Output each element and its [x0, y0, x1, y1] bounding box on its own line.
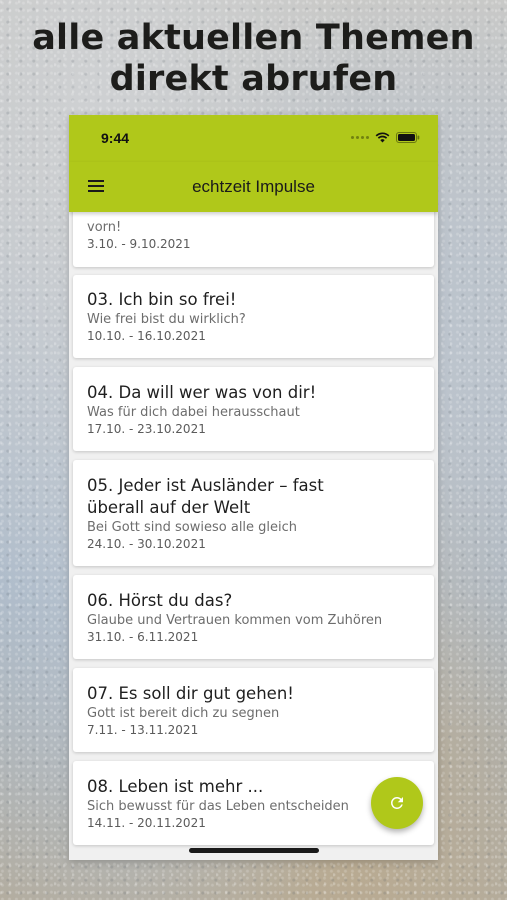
item-date: 3.10. - 9.10.2021	[87, 237, 191, 251]
item-subtitle: vorn!	[87, 220, 122, 235]
item-subtitle: Bei Gott sind sowieso alle gleich	[87, 520, 298, 535]
topic-list[interactable]: vorn! 3.10. - 9.10.2021 03. Ich bin so f…	[69, 212, 438, 860]
refresh-icon	[390, 797, 403, 809]
status-time: 9:44	[101, 130, 130, 146]
promo-headline: alle aktuellen Themen direkt abrufen	[0, 18, 507, 100]
status-icons	[351, 132, 420, 143]
item-title: 08. Leben ist mehr ...	[87, 777, 264, 796]
item-subtitle: Was für dich dabei herausschaut	[87, 405, 300, 420]
item-title: 06. Hörst du das?	[87, 591, 233, 610]
home-indicator[interactable]	[189, 848, 319, 853]
item-title: 07. Es soll dir gut gehen!	[87, 684, 294, 703]
item-subtitle: Glaube und Vertrauen kommen vom Zuhören	[87, 613, 383, 628]
app-bar: echtzeit Impulse	[69, 162, 438, 212]
item-title: 03. Ich bin so frei!	[87, 290, 237, 309]
status-bar: 9:44	[69, 115, 438, 162]
list-item[interactable]: 04. Da will wer was von dir! Was für dic…	[73, 367, 434, 451]
wifi-icon	[375, 132, 390, 143]
item-title-line-1: 05. Jeder ist Ausländer – fast	[87, 476, 324, 495]
signal-dots-icon	[351, 136, 369, 139]
item-date: 17.10. - 23.10.2021	[87, 422, 206, 436]
item-title-line-2: überall auf der Welt	[87, 498, 251, 517]
list-item[interactable]: 05. Jeder ist Ausländer – fast überall a…	[73, 460, 434, 566]
item-title: 04. Da will wer was von dir!	[87, 383, 317, 402]
list-item[interactable]: 03. Ich bin so frei! Wie frei bist du wi…	[73, 275, 434, 358]
item-date: 24.10. - 30.10.2021	[87, 537, 206, 551]
item-subtitle: Wie frei bist du wirklich?	[87, 312, 246, 327]
headline-line-1: alle aktuellen Themen	[32, 18, 475, 58]
refresh-button[interactable]	[371, 777, 423, 829]
headline-line-2: direkt abrufen	[109, 59, 398, 99]
list-item[interactable]: vorn! 3.10. - 9.10.2021	[73, 212, 434, 267]
battery-icon	[396, 132, 420, 143]
item-date: 31.10. - 6.11.2021	[87, 630, 199, 644]
item-date: 7.11. - 13.11.2021	[87, 723, 199, 737]
item-subtitle: Gott ist bereit dich zu segnen	[87, 706, 280, 721]
item-date: 14.11. - 20.11.2021	[87, 816, 206, 830]
phone-screen: 9:44 echtzeit Impulse vorn! 3.10. - 9.10…	[69, 115, 438, 860]
item-date: 10.10. - 16.10.2021	[87, 329, 206, 343]
app-title: echtzeit Impulse	[192, 177, 315, 196]
list-item[interactable]: 07. Es soll dir gut gehen! Gott ist bere…	[73, 668, 434, 752]
list-item[interactable]: 06. Hörst du das? Glaube und Vertrauen k…	[73, 575, 434, 659]
